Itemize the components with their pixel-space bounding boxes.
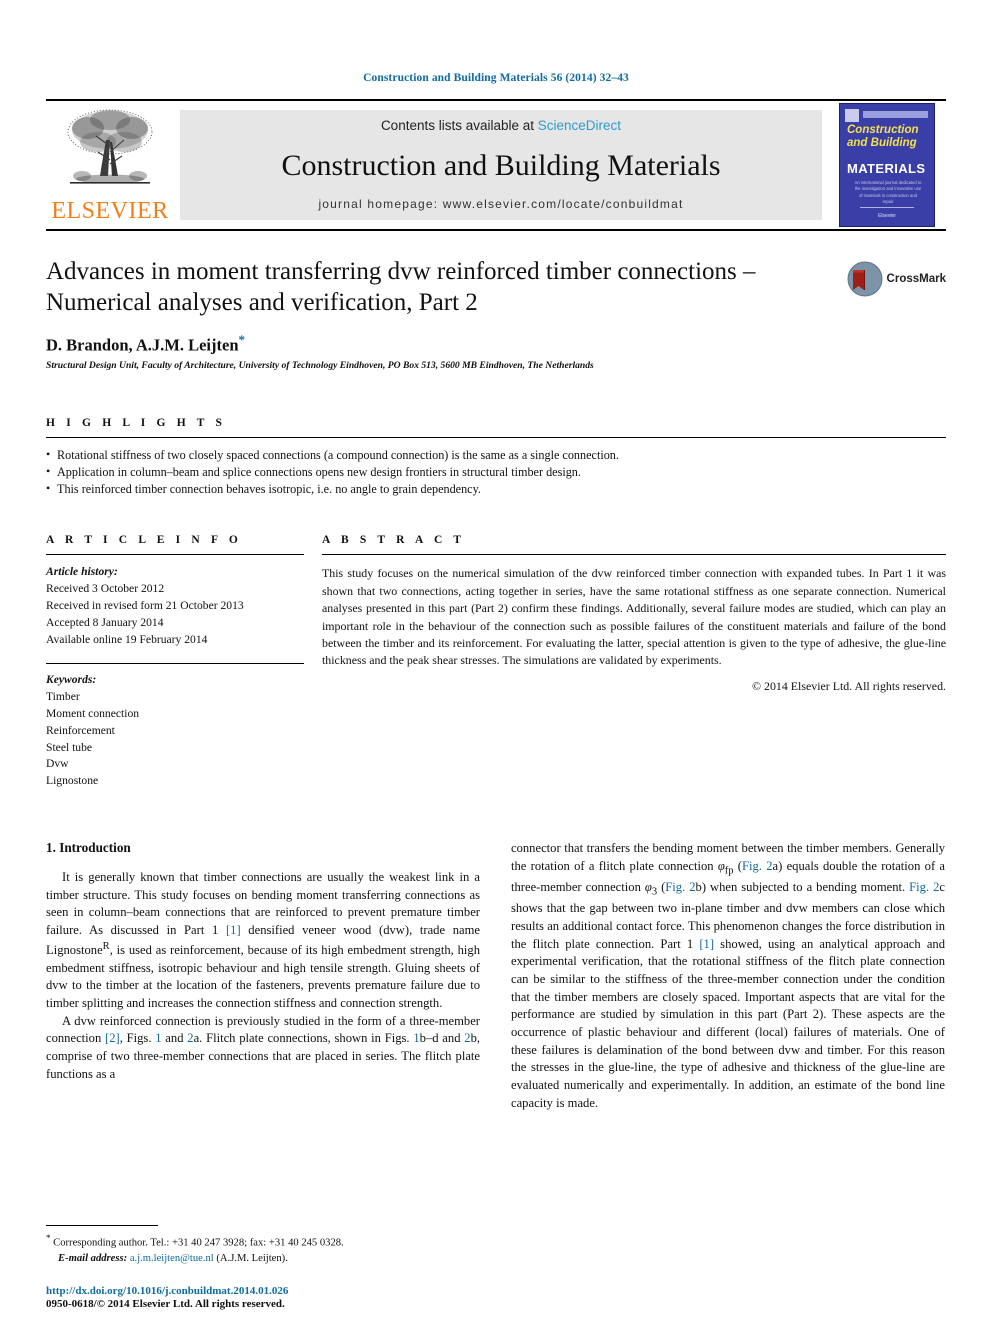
footnote-divider xyxy=(46,1225,158,1227)
cover-subtitle: An international journal dedicated to th… xyxy=(854,180,922,204)
masthead-center: Contents lists available at ScienceDirec… xyxy=(180,110,822,220)
keyword-item: Dvw xyxy=(46,757,69,771)
body-column-right: connector that transfers the bending mom… xyxy=(511,840,945,1112)
article-history-label: Article history: xyxy=(46,565,118,579)
phi-fp-symbol: φ xyxy=(717,858,725,873)
corresponding-author-footnote: * Corresponding author. Tel.: +31 40 247… xyxy=(46,1225,480,1266)
article-history: Article history: Received 3 October 2012… xyxy=(46,564,304,648)
footer-doi-block: http://dx.doi.org/10.1016/j.conbuildmat.… xyxy=(46,1285,546,1310)
author-names: D. Brandon, A.J.M. Leijten xyxy=(46,335,239,355)
running-head: Construction and Building Materials 56 (… xyxy=(363,72,629,84)
highlights-section: H I G H L I G H T S Rotational stiffness… xyxy=(46,417,946,499)
rp-part-g: showed, using an analytical approach and… xyxy=(511,936,945,1110)
elsevier-logo-block: ELSEVIER xyxy=(46,101,174,229)
rp-part-b: ( xyxy=(733,858,742,873)
keywords-label: Keywords: xyxy=(46,673,97,687)
affiliation: Structural Design Unit, Faculty of Archi… xyxy=(46,359,594,371)
citation-link-1[interactable]: [1] xyxy=(226,923,241,937)
email-link[interactable]: a.j.m.leijten@tue.nl xyxy=(130,1253,214,1264)
figure-link-2b-right[interactable]: Fig. 2 xyxy=(665,880,695,894)
crossmark-label: CrossMark xyxy=(886,273,946,285)
keyword-item: Lignostone xyxy=(46,774,99,788)
p1-part-c: , is used as reinforcement, because of i… xyxy=(46,942,480,1011)
cover-line2-text: and Building xyxy=(847,136,917,149)
list-item: This reinforced timber connection behave… xyxy=(46,480,946,498)
p2-part-c: and xyxy=(161,1031,188,1046)
highlights-heading: H I G H L I G H T S xyxy=(46,416,227,429)
highlights-divider xyxy=(46,436,946,438)
elsevier-wordmark: ELSEVIER xyxy=(51,198,169,224)
info-abstract-row: A R T I C L E I N F O Article history: R… xyxy=(46,534,946,790)
intro-paragraph-1: It is generally known that timber connec… xyxy=(46,869,480,1013)
cover-title-line1: Construction and Building xyxy=(847,124,929,150)
p2-part-b: , Figs. xyxy=(119,1031,156,1046)
copyright-line: © 2014 Elsevier Ltd. All rights reserved… xyxy=(752,678,946,693)
cover-title-line3: MATERIALS xyxy=(847,161,926,176)
cover-line1-text: Construction xyxy=(847,124,919,136)
journal-cover-image: Construction and Building MATERIALS An i… xyxy=(839,103,935,227)
author-list: D. Brandon, A.J.M. Leijten* xyxy=(46,332,826,356)
keyword-item: Reinforcement xyxy=(46,723,115,737)
abstract-section: A B S T R A C T This study focuses on th… xyxy=(322,534,946,790)
journal-homepage-link[interactable]: journal homepage: www.elsevier.com/locat… xyxy=(318,197,683,211)
keyword-item: Steel tube xyxy=(46,740,93,754)
keyword-item: Moment connection xyxy=(46,707,140,721)
abstract-divider xyxy=(322,554,946,556)
cover-top-bar xyxy=(863,111,928,118)
article-info-heading: A R T I C L E I N F O xyxy=(46,534,242,547)
intro-paragraph-2: A dvw reinforced connection is previousl… xyxy=(46,1013,480,1084)
figure-link-2a-right[interactable]: Fig. 2 xyxy=(742,859,773,873)
abstract-text: This study focuses on the numerical simu… xyxy=(322,566,946,668)
intro-paragraph-continued: connector that transfers the bending mom… xyxy=(511,840,945,1112)
journal-title: Construction and Building Materials xyxy=(281,148,721,182)
corresponding-author-marker: * xyxy=(238,332,246,347)
crossmark-icon xyxy=(847,261,883,297)
footnote-contact-line: * Corresponding author. Tel.: +31 40 247… xyxy=(46,1232,480,1251)
email-owner: (A.J.M. Leijten). xyxy=(213,1252,288,1264)
history-received: Received 3 October 2012 xyxy=(46,582,165,596)
highlights-list: Rotational stiffness of two closely spac… xyxy=(46,445,946,499)
article-info-section: A R T I C L E I N F O Article history: R… xyxy=(46,534,304,790)
page-title: Advances in moment transferring dvw rein… xyxy=(46,258,756,316)
abstract-heading: A B S T R A C T xyxy=(322,534,466,547)
figure-link-2c-right[interactable]: Fig. 2 xyxy=(909,880,939,894)
email-address-label: E-mail address: xyxy=(58,1252,128,1264)
contents-lists-line: Contents lists available at ScienceDirec… xyxy=(381,118,621,133)
cover-footer: Elsevier xyxy=(878,213,896,219)
p2-part-e: b–d and xyxy=(419,1031,465,1046)
title-block: Advances in moment transferring dvw rein… xyxy=(46,257,946,371)
keyword-item: Timber xyxy=(46,690,80,704)
body-columns: 1. Introduction It is generally known th… xyxy=(46,840,946,1112)
article-info-divider xyxy=(46,554,304,556)
history-revised: Received in revised form 21 October 2013 xyxy=(46,599,244,613)
keywords-block: Keywords: Timber Moment connection Reinf… xyxy=(46,672,304,790)
footnote-contact-text: Corresponding author. Tel.: +31 40 247 3… xyxy=(50,1237,344,1249)
keywords-divider xyxy=(46,663,304,665)
issn-copyright-line: 0950-0618/© 2014 Elsevier Ltd. All right… xyxy=(46,1298,285,1310)
lignostone-superscript: R xyxy=(102,940,110,952)
citation-link-1-right[interactable]: [1] xyxy=(699,937,714,951)
citation-link-2[interactable]: [2] xyxy=(105,1031,120,1045)
section-heading-introduction: 1. Introduction xyxy=(46,840,131,856)
cover-publisher-mark xyxy=(845,109,859,122)
article-page: Construction and Building Materials 56 (… xyxy=(0,0,992,1323)
list-item: Application in column–beam and splice co… xyxy=(46,463,946,481)
contents-lists-prefix: Contents lists available at xyxy=(380,118,538,133)
body-column-left: 1. Introduction It is generally known th… xyxy=(46,840,480,1112)
list-item: Rotational stiffness of two closely spac… xyxy=(46,445,946,464)
rp-part-e: b) when subjected to a bending moment. xyxy=(695,880,910,894)
phi-fp-subscript: fp xyxy=(724,865,734,877)
history-online: Available online 19 February 2014 xyxy=(46,632,208,646)
footnote-email-line: E-mail address: a.j.m.leijten@tue.nl (A.… xyxy=(46,1251,480,1266)
doi-link[interactable]: http://dx.doi.org/10.1016/j.conbuildmat.… xyxy=(46,1285,546,1297)
crossmark-badge[interactable]: CrossMark xyxy=(847,261,946,297)
journal-masthead: ELSEVIER Contents lists available at Sci… xyxy=(46,99,946,231)
journal-cover-block: Construction and Building MATERIALS An i… xyxy=(828,101,946,229)
p2-part-d: a. Flitch plate connections, shown in Fi… xyxy=(193,1031,414,1046)
sciencedirect-link[interactable]: ScienceDirect xyxy=(538,118,621,133)
phi-3-symbol: φ xyxy=(644,880,652,894)
cover-divider xyxy=(860,207,914,208)
history-accepted: Accepted 8 January 2014 xyxy=(46,615,164,629)
elsevier-tree-icon xyxy=(58,106,162,198)
